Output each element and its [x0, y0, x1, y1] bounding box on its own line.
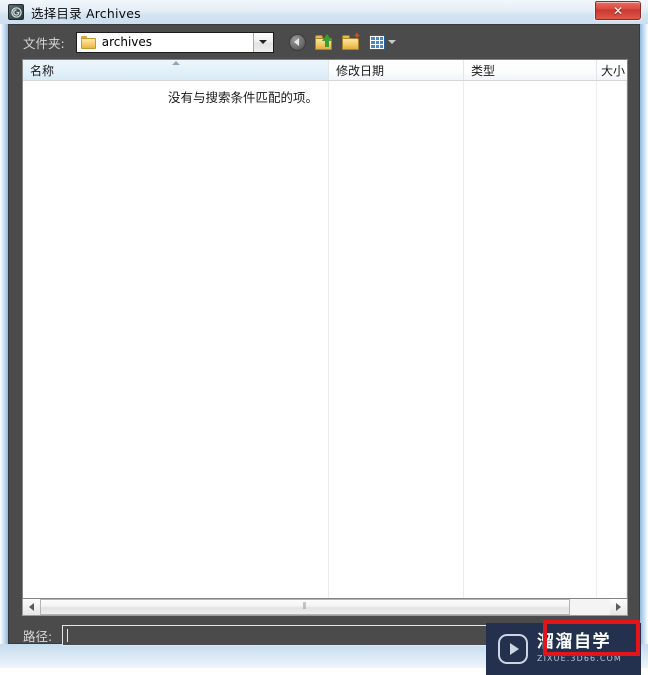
file-list-col-size	[597, 81, 627, 598]
back-button[interactable]	[287, 32, 308, 53]
new-folder-icon: ✦	[341, 32, 361, 50]
folder-icon	[80, 35, 96, 49]
chevron-down-icon[interactable]	[252, 32, 273, 52]
back-icon	[288, 33, 306, 51]
triangle-left-icon	[29, 603, 34, 611]
file-list-col-name	[23, 81, 329, 598]
app-logo-icon	[8, 4, 24, 20]
column-header-size-label: 大小	[601, 63, 626, 78]
column-header-name-label: 名称	[30, 63, 55, 78]
views-button[interactable]	[368, 32, 398, 53]
folder-combobox[interactable]: archives	[75, 31, 274, 53]
red-highlight-rectangle	[543, 620, 640, 656]
navigation-toolbar: ✦	[287, 32, 398, 53]
close-icon: ✕	[612, 3, 624, 18]
scrollbar-grip-icon: ⦀	[302, 602, 308, 612]
up-folder-icon	[314, 34, 334, 50]
chevron-down-icon[interactable]	[388, 40, 397, 44]
select-directory-dialog: 文件夹: archives ✦ 名称 修改日期 类型 大小 没有与搜索条件匹配的…	[8, 24, 641, 675]
frame-right-edge	[639, 0, 648, 668]
text-caret	[67, 629, 69, 642]
column-header-date-modified[interactable]: 修改日期	[329, 60, 464, 80]
scroll-right-button[interactable]	[610, 599, 627, 615]
scrollbar-thumb[interactable]: ⦀	[40, 599, 571, 615]
close-button[interactable]: ✕	[595, 1, 641, 20]
new-folder-button[interactable]: ✦	[341, 32, 362, 53]
file-list[interactable]: 名称 修改日期 类型 大小 没有与搜索条件匹配的项。	[22, 59, 628, 599]
folder-bar: 文件夹: archives ✦	[9, 25, 639, 59]
scroll-left-button[interactable]	[23, 599, 40, 615]
views-icon	[369, 34, 386, 50]
file-list-col-date	[329, 81, 464, 598]
watermark-subtitle: ZIXUE.3D66.COM	[537, 654, 622, 664]
column-header-size[interactable]: 大小	[597, 60, 627, 80]
file-list-body[interactable]: 没有与搜索条件匹配的项。	[23, 81, 627, 598]
file-list-header: 名称 修改日期 类型 大小	[23, 60, 627, 81]
title-bar[interactable]: 选择目录 Archives ✕	[0, 0, 648, 24]
column-header-name[interactable]: 名称	[23, 60, 329, 80]
file-list-col-type	[464, 81, 597, 598]
horizontal-scrollbar[interactable]: ⦀	[22, 599, 628, 616]
scrollbar-track[interactable]: ⦀	[40, 599, 610, 615]
window-title: 选择目录 Archives	[31, 5, 141, 21]
up-folder-button[interactable]	[314, 32, 335, 53]
window-frame: 选择目录 Archives ✕ 文件夹: archives ✦ 名称 修改日期 …	[0, 0, 648, 675]
folder-combobox-value: archives	[101, 35, 153, 49]
column-header-type[interactable]: 类型	[464, 60, 597, 80]
empty-list-message: 没有与搜索条件匹配的项。	[167, 90, 318, 105]
play-button-icon	[498, 634, 528, 664]
sort-ascending-icon	[171, 61, 180, 65]
folder-label: 文件夹:	[23, 35, 65, 51]
column-header-type-label: 类型	[471, 63, 496, 78]
path-label: 路径:	[23, 629, 53, 644]
triangle-right-icon	[616, 603, 621, 611]
column-header-date-modified-label: 修改日期	[336, 63, 385, 78]
